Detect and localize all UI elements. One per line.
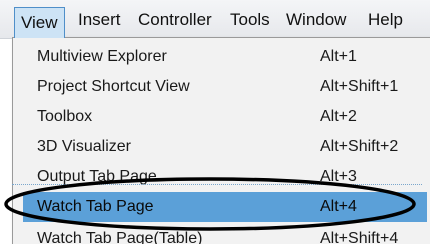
menu-item-shortcut: Alt+4 [320,198,357,215]
menu-bar: View Insert Controller Tools Window Help [0,0,430,39]
menu-item-watch-tab-page-table[interactable]: Watch Tab Page(Table) Alt+Shift+4 [23,224,427,244]
menu-help[interactable]: Help [362,7,409,33]
menu-item-shortcut: Alt+3 [320,168,357,185]
menu-item-3d-visualizer[interactable]: 3D Visualizer Alt+Shift+2 [23,132,427,162]
menu-item-output-tab-page[interactable]: Output Tab Page Alt+3 [23,162,427,192]
menu-item-multiview-explorer[interactable]: Multiview Explorer Alt+1 [23,42,427,72]
menu-item-shortcut: Alt+Shift+1 [320,78,399,95]
view-dropdown-menu: Multiview Explorer Alt+1 Project Shortcu… [12,37,430,244]
menu-window[interactable]: Window [280,7,352,33]
menu-view[interactable]: View [14,7,65,38]
menu-item-project-shortcut-view[interactable]: Project Shortcut View Alt+Shift+1 [23,72,427,102]
menu-item-label: Multiview Explorer [37,48,167,65]
menu-item-label: 3D Visualizer [37,138,131,155]
menu-item-label: Watch Tab Page [37,198,154,215]
menu-item-watch-tab-page[interactable]: Watch Tab Page Alt+4 [23,192,427,222]
menu-tools[interactable]: Tools [224,7,276,33]
menu-gutter [13,38,23,244]
menu-separator-dotted [12,184,422,186]
menu-item-shortcut: Alt+1 [320,48,357,65]
app-window: View Insert Controller Tools Window Help… [0,0,430,244]
menu-item-label: Toolbox [37,108,93,125]
menu-item-label: Project Shortcut View [37,78,190,95]
menu-item-shortcut: Alt+2 [320,108,357,125]
menu-item-label: Watch Tab Page(Table) [37,230,203,244]
menu-item-shortcut: Alt+Shift+4 [320,230,399,244]
menu-item-toolbox[interactable]: Toolbox Alt+2 [23,102,427,132]
menu-item-label: Output Tab Page [37,168,157,185]
menu-item-shortcut: Alt+Shift+2 [320,138,399,155]
menu-insert[interactable]: Insert [72,7,127,33]
menu-controller[interactable]: Controller [132,7,218,33]
